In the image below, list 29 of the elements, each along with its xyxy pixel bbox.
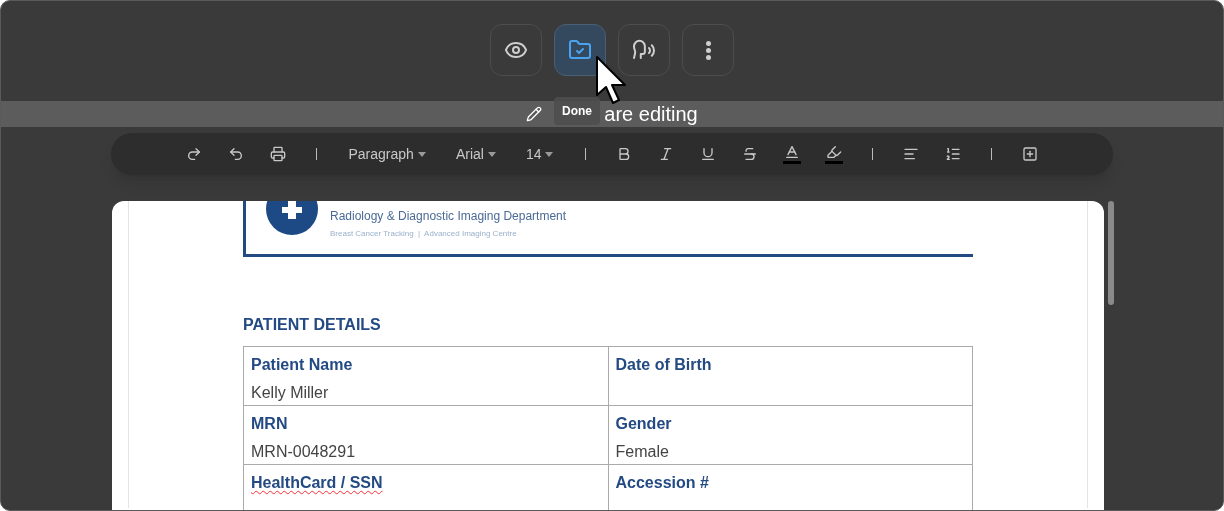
field-label: Date of Birth — [615, 355, 712, 375]
field-label: MRN — [251, 414, 288, 434]
field-label: HealthCard / SSN — [251, 473, 383, 493]
more-options-icon — [705, 40, 711, 60]
format-dropdown[interactable]: 14 — [525, 143, 554, 165]
tooltip: Done — [554, 97, 600, 125]
editing-status-text: are editing — [604, 102, 698, 127]
department-name: Radiology & Diagnostic Imaging Department — [330, 208, 567, 225]
section-title: PATIENT DETAILS — [243, 315, 382, 335]
pointer-cursor-icon — [595, 55, 629, 107]
eye-button[interactable] — [490, 24, 542, 76]
field-label: Patient Name — [251, 355, 353, 375]
format-dropdown[interactable]: Paragraph — [348, 143, 426, 165]
format-dropdown[interactable]: Arial — [455, 143, 496, 165]
more-options-button[interactable] — [682, 24, 734, 76]
field-value: Kelly Miller — [251, 383, 330, 403]
speaking-person-button[interactable] — [618, 24, 670, 76]
department-tagline: Breast Cancer Tracking | Advanced Imaging Centre — [330, 228, 518, 240]
folder-check-icon — [568, 38, 592, 62]
caret-icon — [545, 151, 554, 157]
caret-icon — [487, 151, 496, 157]
field-label: Gender — [615, 414, 672, 434]
field-label: Accession # — [615, 473, 709, 493]
pencil-icon — [526, 106, 543, 122]
speaking-person-icon — [632, 38, 656, 62]
folder-check-button[interactable] — [554, 24, 606, 76]
caret-icon — [417, 151, 426, 157]
field-value: Female — [615, 442, 670, 462]
field-value: MRN-0048291 — [251, 442, 357, 462]
